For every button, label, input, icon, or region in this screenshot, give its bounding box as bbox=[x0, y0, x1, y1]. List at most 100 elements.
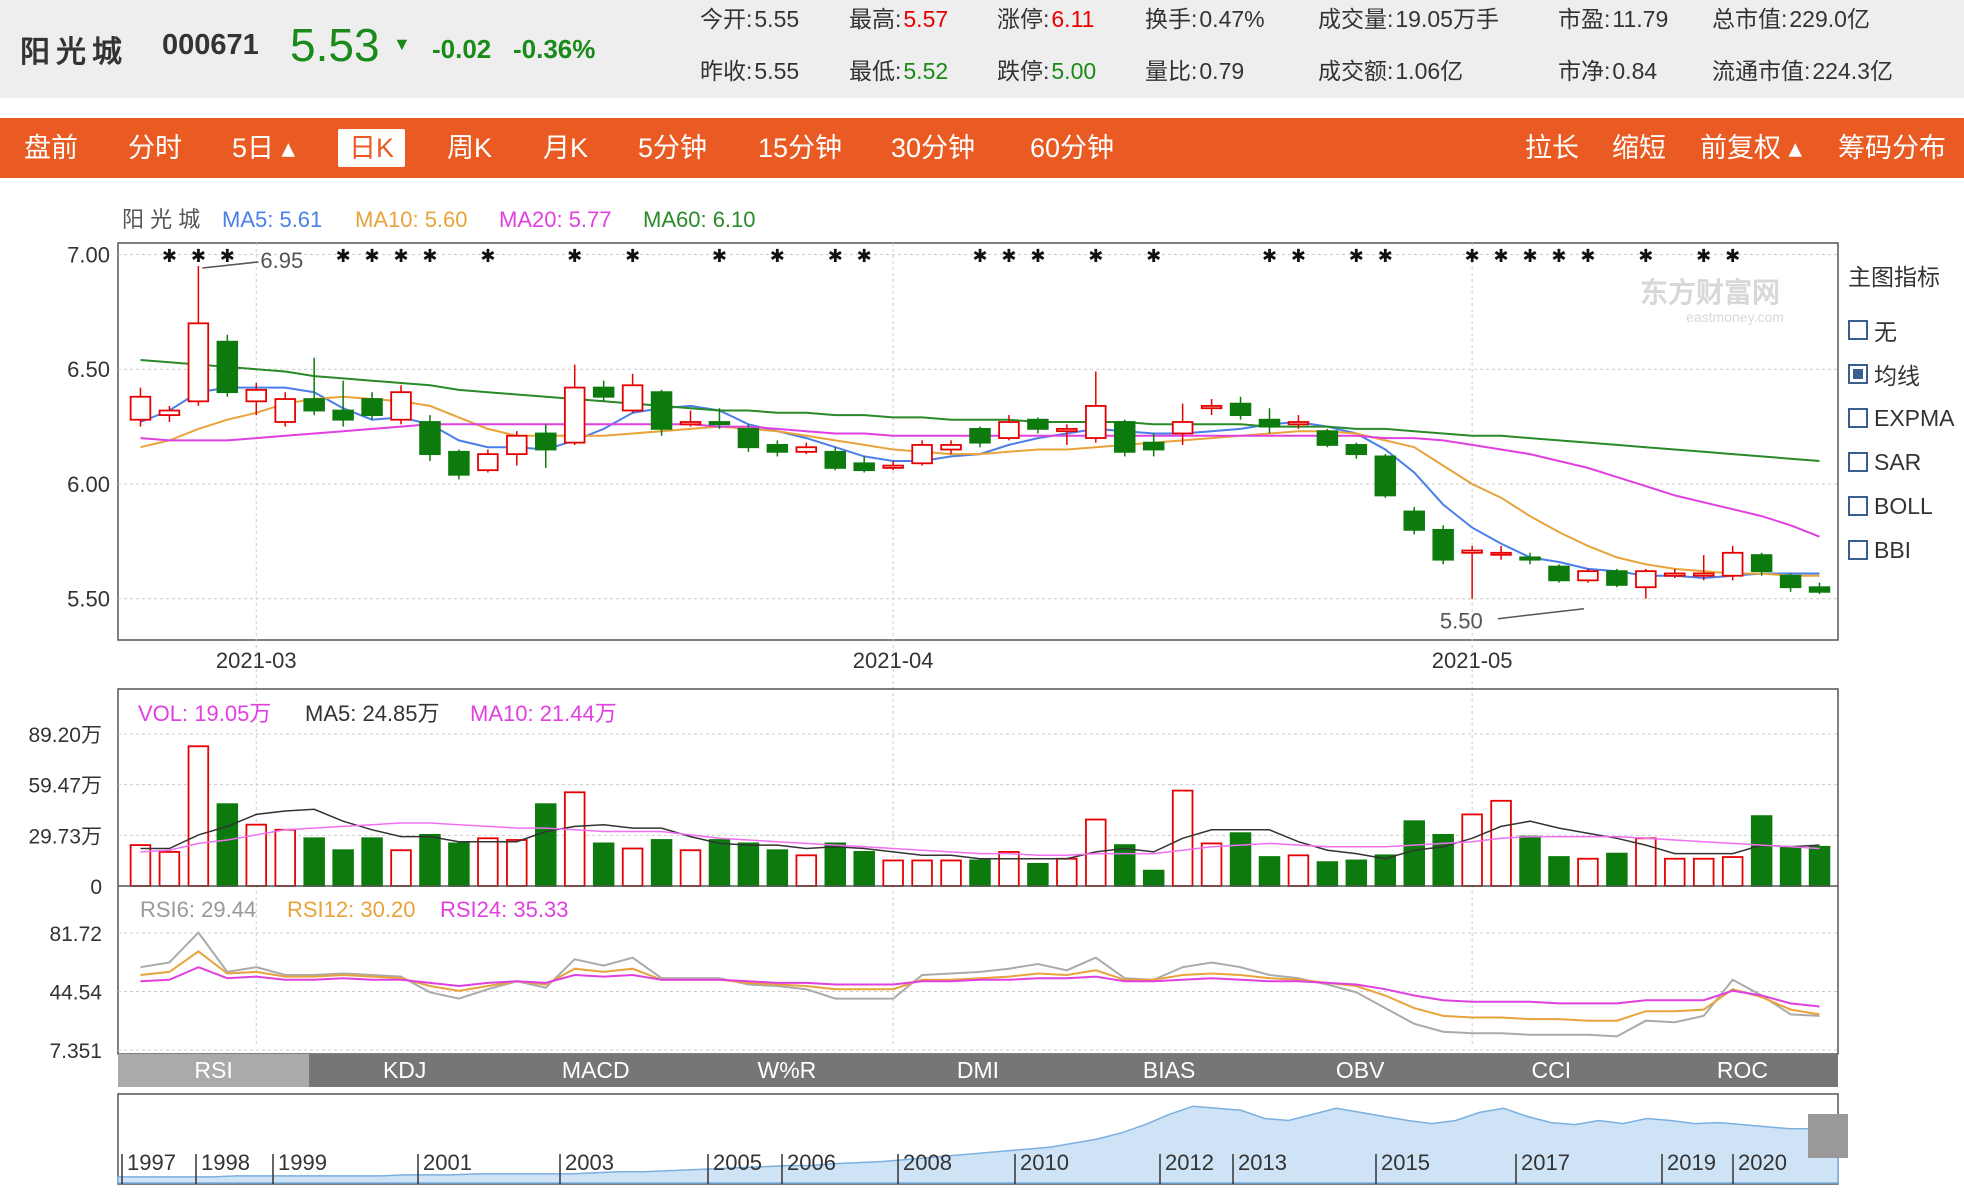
rsi24-line bbox=[140, 966, 1820, 1008]
candle bbox=[477, 453, 499, 472]
candle bbox=[129, 395, 152, 421]
indicator-option[interactable]: 无 bbox=[1848, 308, 1964, 352]
overview-year-label: 1998 bbox=[201, 1150, 250, 1175]
indicator-tab[interactable]: BIAS bbox=[1074, 1054, 1265, 1087]
volume-tick-label: 0 bbox=[90, 876, 102, 899]
kline-chart[interactable]: 7.00 6.50 6.00 5.50 2021-03 2021-04 2021-05 东方财… bbox=[0, 178, 1964, 1204]
quote-stat-label: 最低: bbox=[849, 58, 902, 84]
event-marker-icon: ✱ bbox=[770, 246, 785, 266]
tab-monthly[interactable]: 月K bbox=[543, 129, 588, 167]
tab-15min[interactable]: 15分钟 bbox=[758, 129, 842, 167]
indicator-checkbox[interactable] bbox=[1848, 540, 1868, 560]
indicator-checkbox[interactable] bbox=[1848, 364, 1868, 384]
volume-bar bbox=[1027, 862, 1049, 887]
tab-5day[interactable]: 5日 ▴ bbox=[232, 129, 295, 167]
overview-year-label: 2012 bbox=[1165, 1150, 1214, 1175]
stock-header: 阳光城 000671 5.53 ▼ -0.02 -0.36% 今开:5.55 最高… bbox=[0, 0, 1964, 98]
indicator-checkbox[interactable] bbox=[1848, 408, 1868, 428]
event-marker-icon: ✱ bbox=[1725, 246, 1740, 266]
tab-stretch[interactable]: 拉长 bbox=[1525, 129, 1579, 167]
indicator-tab[interactable]: MACD bbox=[500, 1054, 691, 1087]
tab-intraday[interactable]: 分时 bbox=[128, 129, 182, 167]
indicator-option-label: BOLL bbox=[1874, 492, 1933, 519]
event-marker-icon: ✱ bbox=[336, 246, 351, 266]
volume-bar bbox=[274, 828, 296, 887]
volume-legend-item: MA10: 21.44万 bbox=[470, 701, 617, 726]
quote-stat-label: 市净: bbox=[1558, 58, 1611, 84]
candle bbox=[274, 398, 296, 423]
overview-year-label: 2020 bbox=[1738, 1150, 1787, 1175]
quote-stat: 市盈:11.79 bbox=[1558, 0, 1668, 34]
event-marker-icon: ✱ bbox=[220, 246, 235, 266]
volume-bar bbox=[1519, 835, 1541, 887]
volume-bar bbox=[535, 803, 557, 887]
tab-chips[interactable]: 筹码分布 bbox=[1838, 129, 1946, 167]
candle bbox=[1692, 572, 1715, 577]
tab-daily[interactable]: 日K bbox=[338, 129, 406, 167]
event-marker-icon: ✱ bbox=[1349, 246, 1364, 266]
overview-year-label: 2013 bbox=[1238, 1150, 1287, 1175]
overview-year-label: 2005 bbox=[713, 1150, 762, 1175]
candle bbox=[650, 391, 673, 430]
overview-range-handle[interactable] bbox=[1808, 1114, 1848, 1158]
candle bbox=[795, 446, 818, 453]
volume-bar bbox=[1461, 813, 1483, 887]
price-change: -0.02 bbox=[432, 34, 492, 64]
event-marker-icon: ✱ bbox=[1522, 246, 1537, 266]
watermark-sub: eastmoney.com bbox=[1686, 309, 1784, 325]
tab-premarket[interactable]: 盘前 bbox=[24, 129, 78, 167]
candle bbox=[1548, 565, 1570, 582]
indicator-option[interactable]: BOLL bbox=[1848, 484, 1964, 528]
candle bbox=[1721, 551, 1744, 577]
main-legend-item: 阳 光 城 bbox=[122, 207, 200, 232]
indicator-tab[interactable]: ROC bbox=[1647, 1054, 1838, 1087]
overview-year-label: 2006 bbox=[787, 1150, 836, 1175]
candle bbox=[506, 434, 528, 456]
indicator-checkbox[interactable] bbox=[1848, 320, 1868, 340]
tab-60min[interactable]: 60分钟 bbox=[1030, 129, 1114, 167]
tab-shrink[interactable]: 缩短 bbox=[1612, 129, 1666, 167]
quote-stat: 成交量:19.05万手 bbox=[1318, 0, 1499, 34]
candle bbox=[1374, 455, 1397, 497]
indicator-checkbox[interactable] bbox=[1848, 496, 1868, 516]
event-marker-icon: ✱ bbox=[712, 246, 727, 266]
volume-bar bbox=[1200, 842, 1223, 887]
indicator-checkbox[interactable] bbox=[1848, 452, 1868, 472]
tab-5min[interactable]: 5分钟 bbox=[638, 129, 707, 167]
indicator-tab[interactable]: W%R bbox=[691, 1054, 882, 1087]
tab-30min[interactable]: 30分钟 bbox=[891, 129, 975, 167]
indicator-option[interactable]: EXPMA bbox=[1848, 396, 1964, 440]
indicator-option[interactable]: BBI bbox=[1848, 528, 1964, 572]
tab-weekly[interactable]: 周K bbox=[447, 129, 492, 167]
candle bbox=[187, 322, 210, 403]
quote-stat: 跌停:5.00 bbox=[997, 52, 1096, 86]
volume-bar bbox=[737, 842, 760, 887]
indicator-tab[interactable]: DMI bbox=[882, 1054, 1073, 1087]
volume-bar bbox=[361, 837, 383, 887]
indicator-tab[interactable]: CCI bbox=[1456, 1054, 1647, 1087]
indicator-option[interactable]: SAR bbox=[1848, 440, 1964, 484]
volume-bar bbox=[882, 859, 904, 887]
indicator-tab[interactable]: RSI bbox=[118, 1054, 310, 1087]
indicator-tab[interactable]: OBV bbox=[1265, 1054, 1456, 1087]
quote-stat-value: 6.11 bbox=[1051, 6, 1095, 32]
indicator-tab[interactable]: KDJ bbox=[309, 1054, 500, 1087]
main-legend-item: MA20: 5.77 bbox=[499, 207, 612, 232]
candle bbox=[158, 409, 181, 417]
volume-bar bbox=[187, 745, 210, 887]
candle bbox=[679, 421, 702, 426]
tab-adjust[interactable]: 前复权 ▴ bbox=[1700, 129, 1802, 167]
overview-year-label: 2015 bbox=[1381, 1150, 1430, 1175]
candle bbox=[390, 391, 412, 421]
candle bbox=[332, 409, 354, 421]
indicator-option-label: 无 bbox=[1874, 319, 1897, 345]
watermark-logo: 东方财富网 bbox=[1640, 276, 1780, 308]
price-tick-label: 6.50 bbox=[67, 357, 110, 382]
event-marker-icon: ✱ bbox=[480, 246, 495, 266]
indicator-option[interactable]: 均线 bbox=[1848, 352, 1964, 396]
quote-stat-label: 市盈: bbox=[1558, 6, 1611, 32]
volume-bar bbox=[303, 837, 325, 887]
volume-bar bbox=[1316, 861, 1339, 887]
candle bbox=[1200, 405, 1223, 410]
candle bbox=[535, 432, 557, 451]
